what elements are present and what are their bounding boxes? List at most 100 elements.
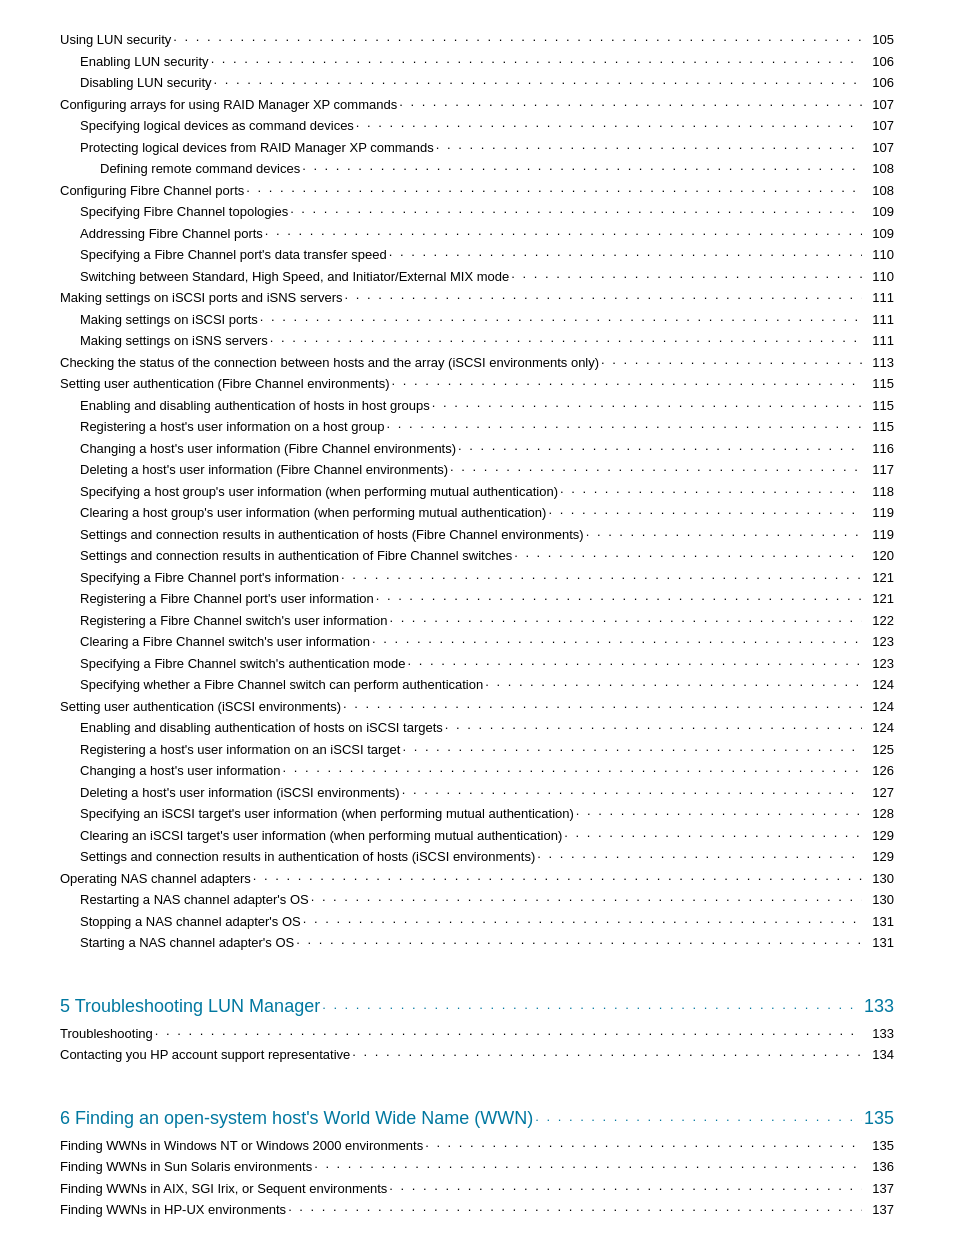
toc-sub-entry: Finding WWNs in HP-UX environments 137: [60, 1200, 894, 1220]
toc-entry-label: Operating NAS channel adapters: [60, 869, 251, 889]
toc-entry: Setting user authentication (iSCSI envir…: [60, 697, 894, 717]
toc-entry-page: 110: [864, 267, 894, 287]
toc-entry: Addressing Fibre Channel ports 109: [60, 224, 894, 244]
toc-entry-label: Restarting a NAS channel adapter's OS: [60, 890, 309, 910]
toc-entry-label: Specifying Fibre Channel topologies: [60, 202, 288, 222]
toc-entry-dots: [356, 113, 862, 133]
toc-entry-label: Switching between Standard, High Speed, …: [60, 267, 509, 287]
toc-entry: Enabling and disabling authentication of…: [60, 396, 894, 416]
toc-entry-dots: [260, 307, 862, 327]
toc-entry-page: 105: [864, 30, 894, 50]
toc-entry-page: 125: [864, 740, 894, 760]
toc-entry-page: 123: [864, 654, 894, 674]
toc-entry: Deleting a host's user information (Fibr…: [60, 460, 894, 480]
toc-entry-dots: [392, 371, 862, 391]
toc-entry-page: 107: [864, 116, 894, 136]
toc-entry: Defining remote command devices 108: [60, 159, 894, 179]
toc-entry-page: 124: [864, 718, 894, 738]
toc-entry-dots: [402, 780, 862, 800]
toc-sub-label: Finding WWNs in Sun Solaris environments: [60, 1157, 312, 1177]
toc-entry: Specifying whether a Fibre Channel switc…: [60, 675, 894, 695]
toc-entry-label: Configuring Fibre Channel ports: [60, 181, 244, 201]
toc-entry-label: Clearing a host group's user information…: [60, 503, 546, 523]
toc-entry-page: 128: [864, 804, 894, 824]
toc-entry-dots: [303, 909, 862, 929]
toc-entry-label: Specifying a Fibre Channel port's inform…: [60, 568, 339, 588]
chapter-dots: [322, 995, 862, 1015]
chapter-title: 6 Finding an open-system host's World Wi…: [60, 1105, 533, 1132]
toc-entry: Enabling LUN security 106: [60, 52, 894, 72]
toc-entry: Specifying Fibre Channel topologies 109: [60, 202, 894, 222]
toc-sub-dots: [425, 1133, 862, 1153]
toc-entry-dots: [485, 672, 862, 692]
toc-entry-dots: [450, 457, 862, 477]
toc-entry-dots: [436, 135, 862, 155]
toc-entry-label: Checking the status of the connection be…: [60, 353, 599, 373]
toc-sub-entry: Finding WWNs in Windows NT or Windows 20…: [60, 1136, 894, 1156]
toc-entry: Clearing a host group's user information…: [60, 503, 894, 523]
toc-entry-page: 130: [864, 890, 894, 910]
toc-entry-label: Settings and connection results in authe…: [60, 847, 535, 867]
toc-entry-dots: [296, 930, 862, 950]
toc-entry-dots: [246, 178, 862, 198]
toc-sub-page: 133: [864, 1024, 894, 1044]
toc-entry-page: 107: [864, 95, 894, 115]
toc-entry: Enabling and disabling authentication of…: [60, 718, 894, 738]
toc-entry-dots: [372, 629, 862, 649]
toc-entry-label: Stopping a NAS channel adapter's OS: [60, 912, 301, 932]
toc-entry-label: Enabling and disabling authentication of…: [60, 396, 430, 416]
toc-entry-dots: [282, 758, 862, 778]
toc-entry-dots: [445, 715, 862, 735]
toc-sub-label: Finding WWNs in AIX, SGI Irix, or Sequen…: [60, 1179, 387, 1199]
toc-sub-entry: Finding WWNs in Sun Solaris environments…: [60, 1157, 894, 1177]
chapter-heading: 5 Troubleshooting LUN Manager 133: [60, 993, 894, 1020]
toc-entry: Settings and connection results in authe…: [60, 546, 894, 566]
toc-entry-dots: [432, 393, 862, 413]
toc-entry: Starting a NAS channel adapter's OS 131: [60, 933, 894, 953]
toc-entry-page: 113: [864, 353, 894, 373]
toc-entry-page: 111: [864, 331, 894, 351]
toc-entry-dots: [343, 694, 862, 714]
toc-entry: Making settings on iSCSI ports 111: [60, 310, 894, 330]
toc-chapter-sections: 5 Troubleshooting LUN Manager 133 Troubl…: [60, 955, 894, 1236]
toc-entry: Checking the status of the connection be…: [60, 353, 894, 373]
toc-sub-page: 135: [864, 1136, 894, 1156]
toc-entry-label: Configuring arrays for using RAID Manage…: [60, 95, 397, 115]
toc-entry-page: 115: [864, 396, 894, 416]
toc-entry-dots: [576, 801, 862, 821]
toc-regular-entries: Using LUN security 105 Enabling LUN secu…: [60, 30, 894, 953]
toc-entry-label: Making settings on iSCSI ports and iSNS …: [60, 288, 343, 308]
toc-entry-dots: [345, 285, 862, 305]
toc-entry-label: Registering a Fibre Channel port's user …: [60, 589, 374, 609]
chapter-page: 133: [864, 993, 894, 1020]
toc-entry-dots: [376, 586, 862, 606]
toc-entry-page: 130: [864, 869, 894, 889]
toc-entry-label: Changing a host's user information (Fibr…: [60, 439, 456, 459]
toc-entry-label: Specifying whether a Fibre Channel switc…: [60, 675, 483, 695]
toc-entry: Registering a host's user information on…: [60, 740, 894, 760]
toc-container: Using LUN security 105 Enabling LUN secu…: [60, 30, 894, 1235]
toc-entry-dots: [458, 436, 862, 456]
toc-entry: Specifying a Fibre Channel port's inform…: [60, 568, 894, 588]
toc-entry-page: 129: [864, 847, 894, 867]
toc-sub-page: 136: [864, 1157, 894, 1177]
toc-entry-dots: [514, 543, 862, 563]
toc-entry-page: 129: [864, 826, 894, 846]
toc-sub-label: Finding WWNs in HP-UX environments: [60, 1200, 286, 1220]
chapter-dots: [535, 1107, 862, 1127]
toc-entry-dots: [270, 328, 862, 348]
toc-entry-label: Disabling LUN security: [60, 73, 212, 93]
toc-entry: Operating NAS channel adapters 130: [60, 869, 894, 889]
toc-entry-label: Deleting a host's user information (iSCS…: [60, 783, 400, 803]
toc-entry-dots: [408, 651, 863, 671]
toc-entry: Setting user authentication (Fibre Chann…: [60, 374, 894, 394]
toc-sub-dots: [155, 1021, 862, 1041]
toc-entry-label: Clearing a Fibre Channel switch's user i…: [60, 632, 370, 652]
toc-entry-label: Registering a host's user information on…: [60, 740, 400, 760]
toc-entry-page: 124: [864, 675, 894, 695]
toc-entry: Clearing a Fibre Channel switch's user i…: [60, 632, 894, 652]
toc-entry: Registering a Fibre Channel switch's use…: [60, 611, 894, 631]
toc-entry-page: 127: [864, 783, 894, 803]
toc-entry-label: Clearing an iSCSI target's user informat…: [60, 826, 562, 846]
toc-sub-entry: Contacting you HP account support repres…: [60, 1045, 894, 1065]
